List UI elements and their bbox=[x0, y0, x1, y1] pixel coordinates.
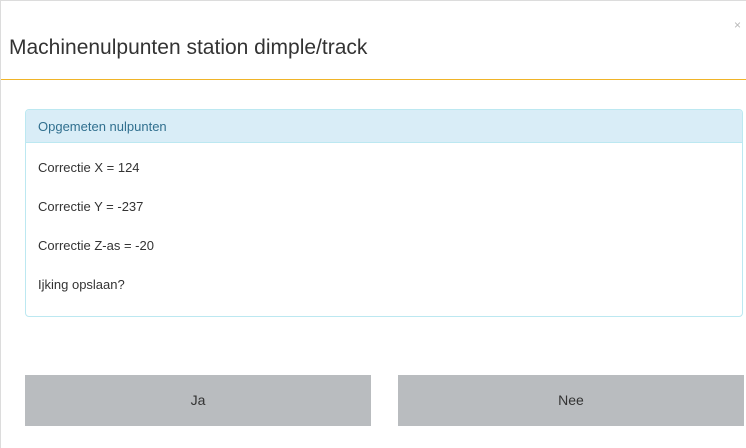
yes-button[interactable]: Ja bbox=[25, 375, 371, 426]
no-button[interactable]: Nee bbox=[398, 375, 744, 426]
correction-y-text: Correctie Y = -237 bbox=[38, 199, 144, 214]
info-panel: Opgemeten nulpunten Correctie X = 124 Co… bbox=[25, 109, 743, 317]
panel-heading: Opgemeten nulpunten bbox=[26, 110, 742, 143]
correction-x-text: Correctie X = 124 bbox=[38, 160, 140, 175]
dialog-header: Machinenulpunten station dimple/track bbox=[1, 1, 746, 80]
save-calibration-question: Ijking opslaan? bbox=[38, 277, 125, 292]
correction-z-text: Correctie Z-as = -20 bbox=[38, 238, 154, 253]
dialog-title: Machinenulpunten station dimple/track bbox=[9, 36, 368, 59]
dialog: × Machinenulpunten station dimple/track … bbox=[0, 0, 746, 448]
